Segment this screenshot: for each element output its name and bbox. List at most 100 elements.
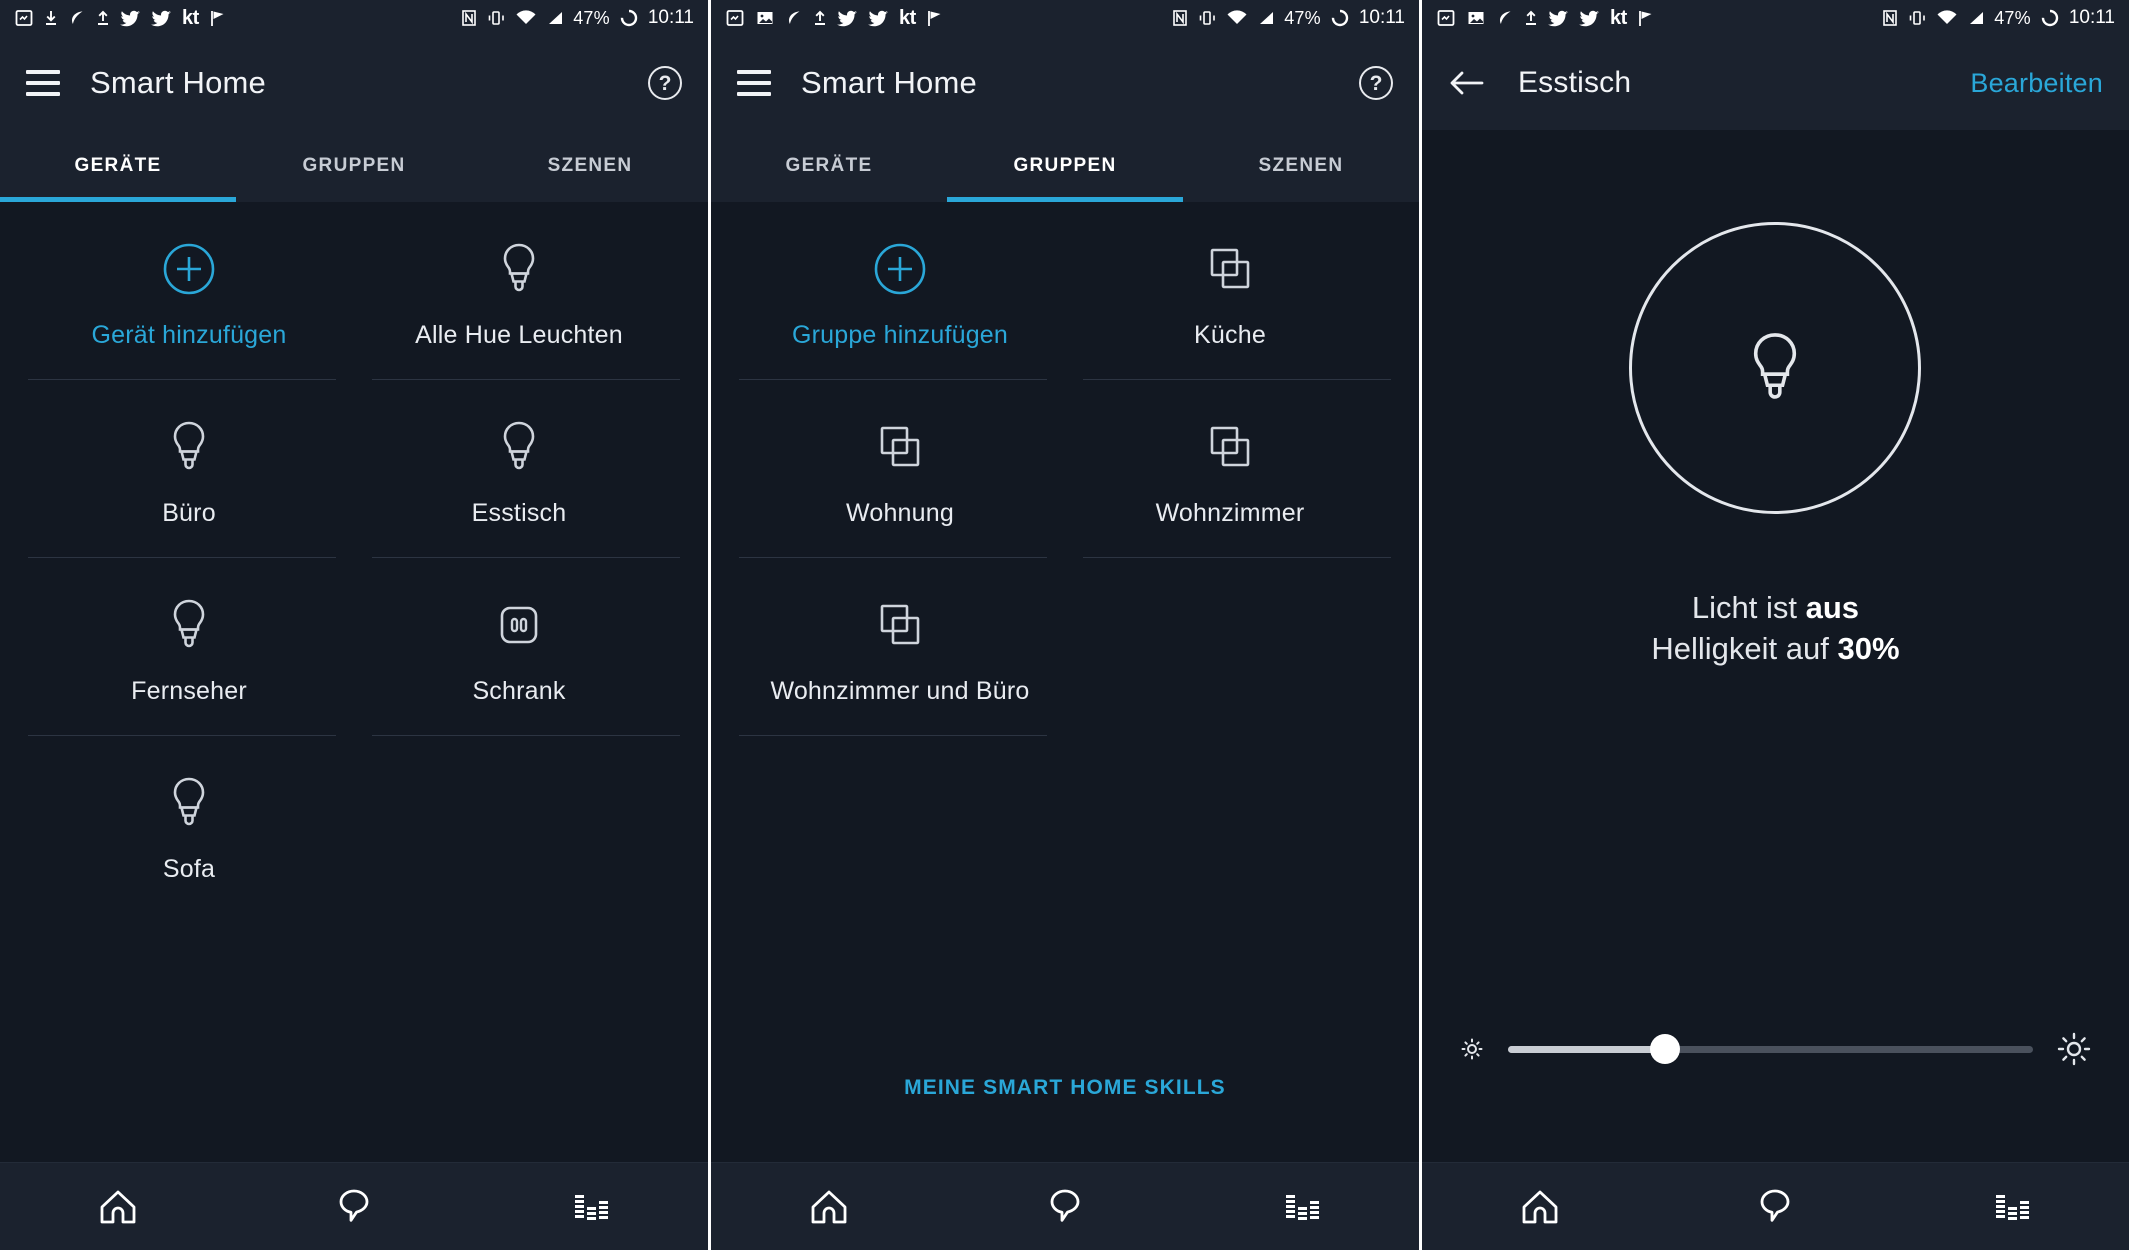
power-state: aus [1805,590,1860,625]
nav-conversations[interactable] [1658,1185,1894,1229]
photo-icon [1436,8,1456,28]
smart-home-skills-link[interactable]: MEINE SMART HOME SKILLS [711,1076,1419,1100]
twitter-icon [1578,8,1600,28]
home-icon [811,1190,847,1223]
equalizer-icon [1996,1194,2030,1220]
twitter-icon [867,8,889,28]
device-detail-body: Licht ist aus Helligkeit auf 30% [1421,130,2129,1196]
grid-item-wohnzimmer[interactable]: Wohnzimmer [1065,380,1395,558]
tab-szenen[interactable]: SZENEN [1183,130,1419,202]
tab-gruppen[interactable]: GRUPPEN [947,130,1183,202]
grid-item-alle-hue-leuchten[interactable]: Alle Hue Leuchten [354,202,684,380]
checkmark-flag-icon [926,8,943,28]
nav-activity[interactable] [1183,1187,1419,1227]
grid-item-wohnzimmer-und-buero[interactable]: Wohnzimmer und Büro [735,558,1065,736]
nav-activity[interactable] [1893,1187,2129,1227]
status-bar-system: 47% 10:11 [461,7,694,29]
bulb-icon [166,773,212,833]
grid-item-kueche[interactable]: Küche [1065,202,1395,380]
signal-icon [1257,8,1275,28]
leaf-icon [1496,8,1514,28]
battery-percent: 47% [1284,7,1321,28]
status-bar-clock: 10:11 [2068,7,2115,28]
tab-bar: GERÄTE GRUPPEN SZENEN [0,130,708,202]
power-toggle-button[interactable] [1629,222,1922,514]
hamburger-icon[interactable] [736,70,771,96]
kt-icon: kt [182,6,199,29]
nav-activity[interactable] [472,1187,708,1227]
grid-item-empty [354,736,684,914]
vibrate-icon [486,8,506,28]
device-status-text: Licht ist aus Helligkeit auf 30% [1422,588,2129,670]
grid-item-label: Gerät hinzufügen [91,320,287,349]
tab-gruppen[interactable]: GRUPPEN [236,130,472,202]
wifi-icon [1226,8,1248,28]
brightness-slider[interactable] [1507,1034,2033,1064]
hamburger-icon[interactable] [26,70,60,96]
chat-bubble-icon [339,1189,369,1222]
grid-item-fernseher[interactable]: Fernseher [24,558,354,736]
upload-icon [813,8,827,28]
grid-item-label: Büro [162,498,216,527]
nav-home[interactable] [0,1186,236,1228]
group-squares-icon [1204,239,1256,299]
battery-ring-icon [1330,8,1350,28]
bulb-icon [496,239,542,299]
grid-item-schrank[interactable]: Schrank [354,558,684,736]
leaf-icon [68,8,86,28]
grid-item-esstisch[interactable]: Esstisch [354,380,684,558]
grid-item-label: Esstisch [471,498,567,527]
app-bar: Smart Home ? [0,36,708,130]
grid-item-add-group[interactable]: Gruppe hinzufügen [735,202,1065,380]
status-bar-notifications: kt [14,7,461,30]
tab-geraete[interactable]: GERÄTE [0,130,236,202]
edit-button[interactable]: Bearbeiten [1970,68,2103,99]
status-bar-clock: 10:11 [647,7,694,28]
grid-item-buero[interactable]: Büro [24,380,354,558]
equalizer-icon [575,1194,608,1220]
nfc-icon [1172,8,1188,28]
slider-fill [1507,1045,1666,1053]
nav-conversations[interactable] [947,1185,1183,1229]
brightness-status-line: Helligkeit auf 30% [1422,629,2129,670]
screenshot-root: kt 47% 10:11 Smart Home ? GERÄTE GRUPPEN… [0,0,2129,1250]
group-squares-icon [874,417,926,477]
tab-szenen[interactable]: SZENEN [472,130,708,202]
page-title: Smart Home [800,65,977,100]
status-bar-system: 47% 10:11 [1882,7,2115,29]
nav-conversations[interactable] [236,1185,472,1229]
bulb-icon [166,417,212,477]
status-bar-notifications: kt [725,7,1172,30]
twitter-icon [151,8,172,28]
grid-item-label: Wohnzimmer [1155,498,1305,527]
image-icon [755,8,775,28]
grid-item-label: Alle Hue Leuchten [415,320,623,349]
status-bar-notifications: kt [1436,7,1882,30]
help-icon[interactable]: ? [1358,66,1393,100]
wifi-icon [1936,8,1958,28]
slider-thumb[interactable] [1650,1034,1681,1064]
power-prefix: Licht ist [1691,590,1806,625]
power-status-line: Licht ist aus [1422,588,2129,629]
grid-item-add-device[interactable]: Gerät hinzufügen [24,202,354,380]
nfc-icon [461,8,477,28]
grid-item-sofa[interactable]: Sofa [24,736,354,914]
photo-icon [725,8,745,28]
nav-home[interactable] [711,1186,947,1228]
bulb-icon [496,417,542,477]
kt-icon: kt [1609,6,1627,29]
chat-bubble-icon [1050,1189,1080,1222]
bottom-nav [1421,1162,2129,1250]
status-bar-clock: 10:11 [1358,7,1405,28]
tab-geraete[interactable]: GERÄTE [711,130,947,202]
status-bar: kt 47% 10:11 [710,0,1419,36]
help-icon[interactable]: ? [648,66,682,100]
grid-item-wohnung[interactable]: Wohnung [735,380,1065,558]
group-squares-icon [874,595,926,655]
group-grid-container: Gruppe hinzufügen Küche Wohnung Wohnzimm… [710,202,1419,1196]
grid-item-label: Schrank [472,676,566,705]
leaf-icon [785,8,803,28]
app-bar: Smart Home ? [710,36,1419,130]
nav-home[interactable] [1422,1186,1658,1228]
back-arrow-icon[interactable] [1448,68,1484,98]
